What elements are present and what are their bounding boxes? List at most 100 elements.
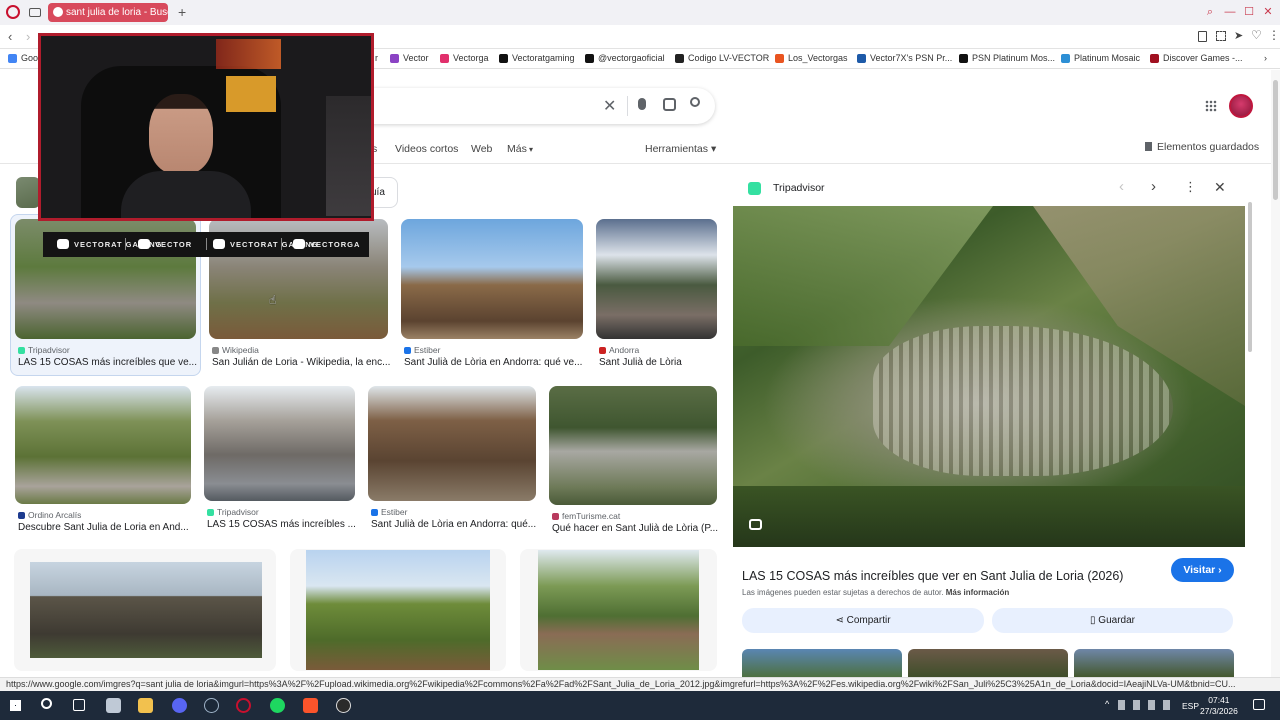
share-button[interactable]: ⋖ Compartir <box>742 608 984 633</box>
social-handle: VECTORGA <box>310 240 361 249</box>
send-icon[interactable]: ➤ <box>1234 29 1243 42</box>
tools-menu[interactable]: Herramientas ▾ <box>645 143 716 155</box>
bookmark-item[interactable]: @vectorgaoficial <box>585 53 665 63</box>
opera-taskbar-icon[interactable] <box>236 698 251 713</box>
result-source[interactable]: Estiber <box>404 345 440 355</box>
bookmark-item[interactable]: Vector7X's PSN Pr... <box>857 53 952 63</box>
bookmark-item[interactable]: Codigo LV-VECTOR <box>675 53 769 63</box>
bookmark-item[interactable]: Los_Vectorgas <box>775 53 848 63</box>
bookmark-item[interactable]: Platinum Mosaic <box>1061 53 1140 63</box>
nav-tab[interactable]: Videos cortos <box>395 143 458 155</box>
result-title[interactable]: San Julián de Loria - Wikipedia, la enc.… <box>212 357 399 368</box>
result-thumb[interactable] <box>368 386 536 501</box>
back-icon[interactable]: ‹ <box>8 29 12 44</box>
result-thumb[interactable] <box>596 219 717 339</box>
result-source[interactable]: Tripadvisor <box>18 345 70 355</box>
result-source[interactable]: Ordino Arcalís <box>18 510 81 520</box>
result-source[interactable]: Andorra <box>599 345 639 355</box>
folder-icon[interactable] <box>138 698 153 713</box>
save-button[interactable]: ▯ Guardar <box>992 608 1233 633</box>
forward-icon[interactable]: › <box>26 29 30 44</box>
panel-scrollbar-thumb[interactable] <box>1248 202 1252 352</box>
search-box[interactable]: ✕ <box>370 88 715 124</box>
voice-search-icon[interactable] <box>638 98 646 110</box>
result-title[interactable]: Sant Julià de Lòria en Andorra: qué ve..… <box>404 357 594 368</box>
tabs-icon[interactable] <box>29 8 41 17</box>
result-title[interactable]: LAS 15 COSAS más increíbles que ve... <box>18 357 207 368</box>
file-manager-icon[interactable] <box>106 698 121 713</box>
avatar[interactable] <box>1229 94 1253 118</box>
snapshot-icon[interactable] <box>1198 31 1207 42</box>
steam-icon[interactable] <box>204 698 219 713</box>
brave-icon[interactable] <box>303 698 318 713</box>
clear-search-icon[interactable]: ✕ <box>603 96 616 116</box>
result-title[interactable]: Sant Julià de Lòria <box>599 357 728 368</box>
result-title[interactable]: Sant Julià de Lòria en Andorra: qué... <box>371 519 547 530</box>
panel-scrollbar[interactable] <box>1246 172 1254 677</box>
result-thumb[interactable] <box>204 386 355 501</box>
bookmark-item[interactable]: Discover Games -... <box>1150 53 1243 63</box>
task-view-icon[interactable] <box>73 699 85 711</box>
notifications-icon[interactable] <box>1253 699 1265 710</box>
more-options-icon[interactable]: ⋮ <box>1184 179 1197 195</box>
bookmark-item[interactable]: Vectoratgaming <box>499 53 575 63</box>
result-source[interactable]: Tripadvisor <box>207 507 259 517</box>
panel-source[interactable]: Tripadvisor <box>773 182 825 194</box>
new-tab-button[interactable]: + <box>178 4 186 20</box>
result-thumb[interactable] <box>549 386 717 505</box>
bookmark-item[interactable]: Vectorga <box>440 53 489 63</box>
saved-items-link[interactable]: Elementos guardados <box>1145 141 1259 153</box>
bookmark-item[interactable]: PSN Platinum Mos... <box>959 53 1055 63</box>
panel-title[interactable]: LAS 15 COSAS más increíbles que ver en S… <box>742 569 1123 583</box>
more-bookmarks-icon[interactable]: › <box>1264 53 1267 63</box>
visit-button[interactable]: Visitar › <box>1171 558 1234 582</box>
result-thumb[interactable] <box>14 549 276 671</box>
result-title[interactable]: Qué hacer en Sant Julià de Lòria (P... <box>552 523 728 534</box>
tray-icons[interactable] <box>1118 700 1176 710</box>
discord-icon[interactable] <box>172 698 187 713</box>
more-info-link[interactable]: Más información <box>946 588 1010 597</box>
next-image-icon[interactable]: › <box>1151 178 1156 195</box>
apps-grid-icon[interactable] <box>1205 100 1217 112</box>
panel-main-image[interactable] <box>733 206 1245 547</box>
related-thumb[interactable] <box>1074 649 1234 677</box>
menu-dots-icon[interactable]: ⋮ <box>1268 28 1280 42</box>
filter-chip-thumb[interactable] <box>16 177 40 208</box>
lens-search-icon[interactable] <box>749 519 762 530</box>
obs-icon[interactable] <box>336 698 351 713</box>
close-window-button[interactable]: ✕ <box>1262 6 1274 18</box>
windows-start-icon[interactable] <box>10 700 21 711</box>
active-tab[interactable]: sant julia de loria - Buscar <box>48 3 168 22</box>
related-thumb[interactable] <box>742 649 902 677</box>
minimize-button[interactable]: — <box>1224 6 1236 18</box>
clock[interactable]: 07:41 27/3/2026 <box>1200 695 1238 717</box>
language-indicator[interactable]: ESP <box>1182 701 1199 711</box>
result-source[interactable]: Wikipedia <box>212 345 259 355</box>
search-tabs-icon[interactable]: ⌕ <box>1204 6 1216 18</box>
bookmark-item[interactable]: Vector <box>390 53 429 63</box>
prev-image-icon[interactable]: ‹ <box>1119 178 1124 195</box>
result-source[interactable]: femTurisme.cat <box>552 511 620 521</box>
related-thumb[interactable] <box>908 649 1068 677</box>
screenshot-icon[interactable] <box>1216 31 1226 41</box>
result-title[interactable]: Descubre Sant Julia de Loria en And... <box>18 522 202 533</box>
result-thumb[interactable] <box>290 549 506 671</box>
page-scrollbar-thumb[interactable] <box>1273 80 1278 200</box>
result-thumb[interactable] <box>401 219 583 339</box>
nav-tab[interactable]: Más <box>507 143 527 155</box>
lens-icon[interactable] <box>663 98 676 111</box>
close-panel-icon[interactable]: ✕ <box>1214 179 1226 196</box>
page-scrollbar[interactable] <box>1271 70 1280 677</box>
opera-logo-icon[interactable] <box>6 5 20 19</box>
maximize-button[interactable]: ☐ <box>1243 6 1255 18</box>
search-icon[interactable] <box>690 97 700 107</box>
result-source[interactable]: Estiber <box>371 507 407 517</box>
tray-chevron-icon[interactable]: ^ <box>1105 699 1109 709</box>
nav-tab[interactable]: Web <box>471 143 492 155</box>
result-title[interactable]: LAS 15 COSAS más increíbles ... <box>207 519 366 530</box>
spotify-icon[interactable] <box>270 698 285 713</box>
result-thumb[interactable] <box>15 386 191 504</box>
search-icon[interactable] <box>41 698 52 709</box>
heart-icon[interactable]: ♡ <box>1251 28 1262 42</box>
result-thumb[interactable] <box>520 549 717 671</box>
